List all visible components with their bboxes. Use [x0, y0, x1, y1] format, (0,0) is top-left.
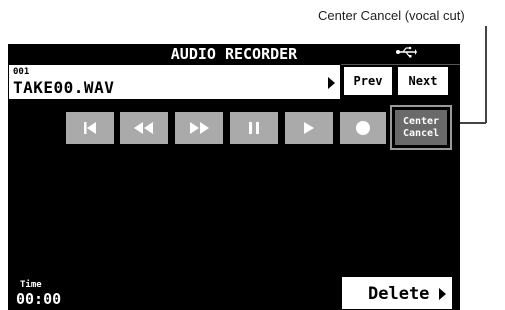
play-button[interactable]: [285, 112, 333, 144]
screen-title: AUDIO RECORDER: [170, 45, 298, 63]
play-icon: [304, 122, 314, 134]
delete-label: Delete: [368, 284, 430, 304]
delete-arrow-icon: [439, 288, 446, 300]
skip-to-start-button[interactable]: [66, 112, 114, 144]
file-name: TAKE00.WAV: [13, 78, 115, 97]
skip-to-start-icon: [84, 122, 96, 134]
fast-forward-icon: [190, 122, 209, 134]
record-button[interactable]: [340, 112, 386, 144]
time-value: 00:00: [16, 290, 62, 308]
center-cancel-button[interactable]: Center Cancel: [395, 110, 447, 145]
record-icon: [356, 121, 370, 135]
center-cancel-label-line2: Cancel: [402, 127, 440, 139]
file-arrow-icon: [328, 77, 335, 89]
pause-icon: [249, 122, 259, 134]
callout-line-vertical: [485, 26, 487, 123]
callout-label: Center Cancel (vocal cut): [318, 8, 465, 23]
usb-icon: [395, 46, 417, 62]
fast-forward-button[interactable]: [175, 112, 223, 144]
center-cancel-highlight: Center Cancel: [390, 105, 452, 150]
file-selector[interactable]: 001 TAKE00.WAV: [8, 64, 341, 100]
rewind-icon: [134, 122, 153, 134]
title-bar: AUDIO RECORDER: [8, 44, 460, 65]
center-cancel-label-line1: Center: [402, 115, 440, 127]
time-label: Time: [20, 280, 42, 290]
prev-button[interactable]: Prev: [343, 66, 393, 96]
audio-recorder-screen: AUDIO RECORDER 001 TAKE00.WAV Prev Next: [8, 44, 460, 310]
pause-button[interactable]: [230, 112, 278, 144]
next-button[interactable]: Next: [397, 66, 449, 96]
delete-button[interactable]: Delete: [341, 276, 453, 310]
rewind-button[interactable]: [120, 112, 168, 144]
file-number: 001: [13, 67, 30, 77]
